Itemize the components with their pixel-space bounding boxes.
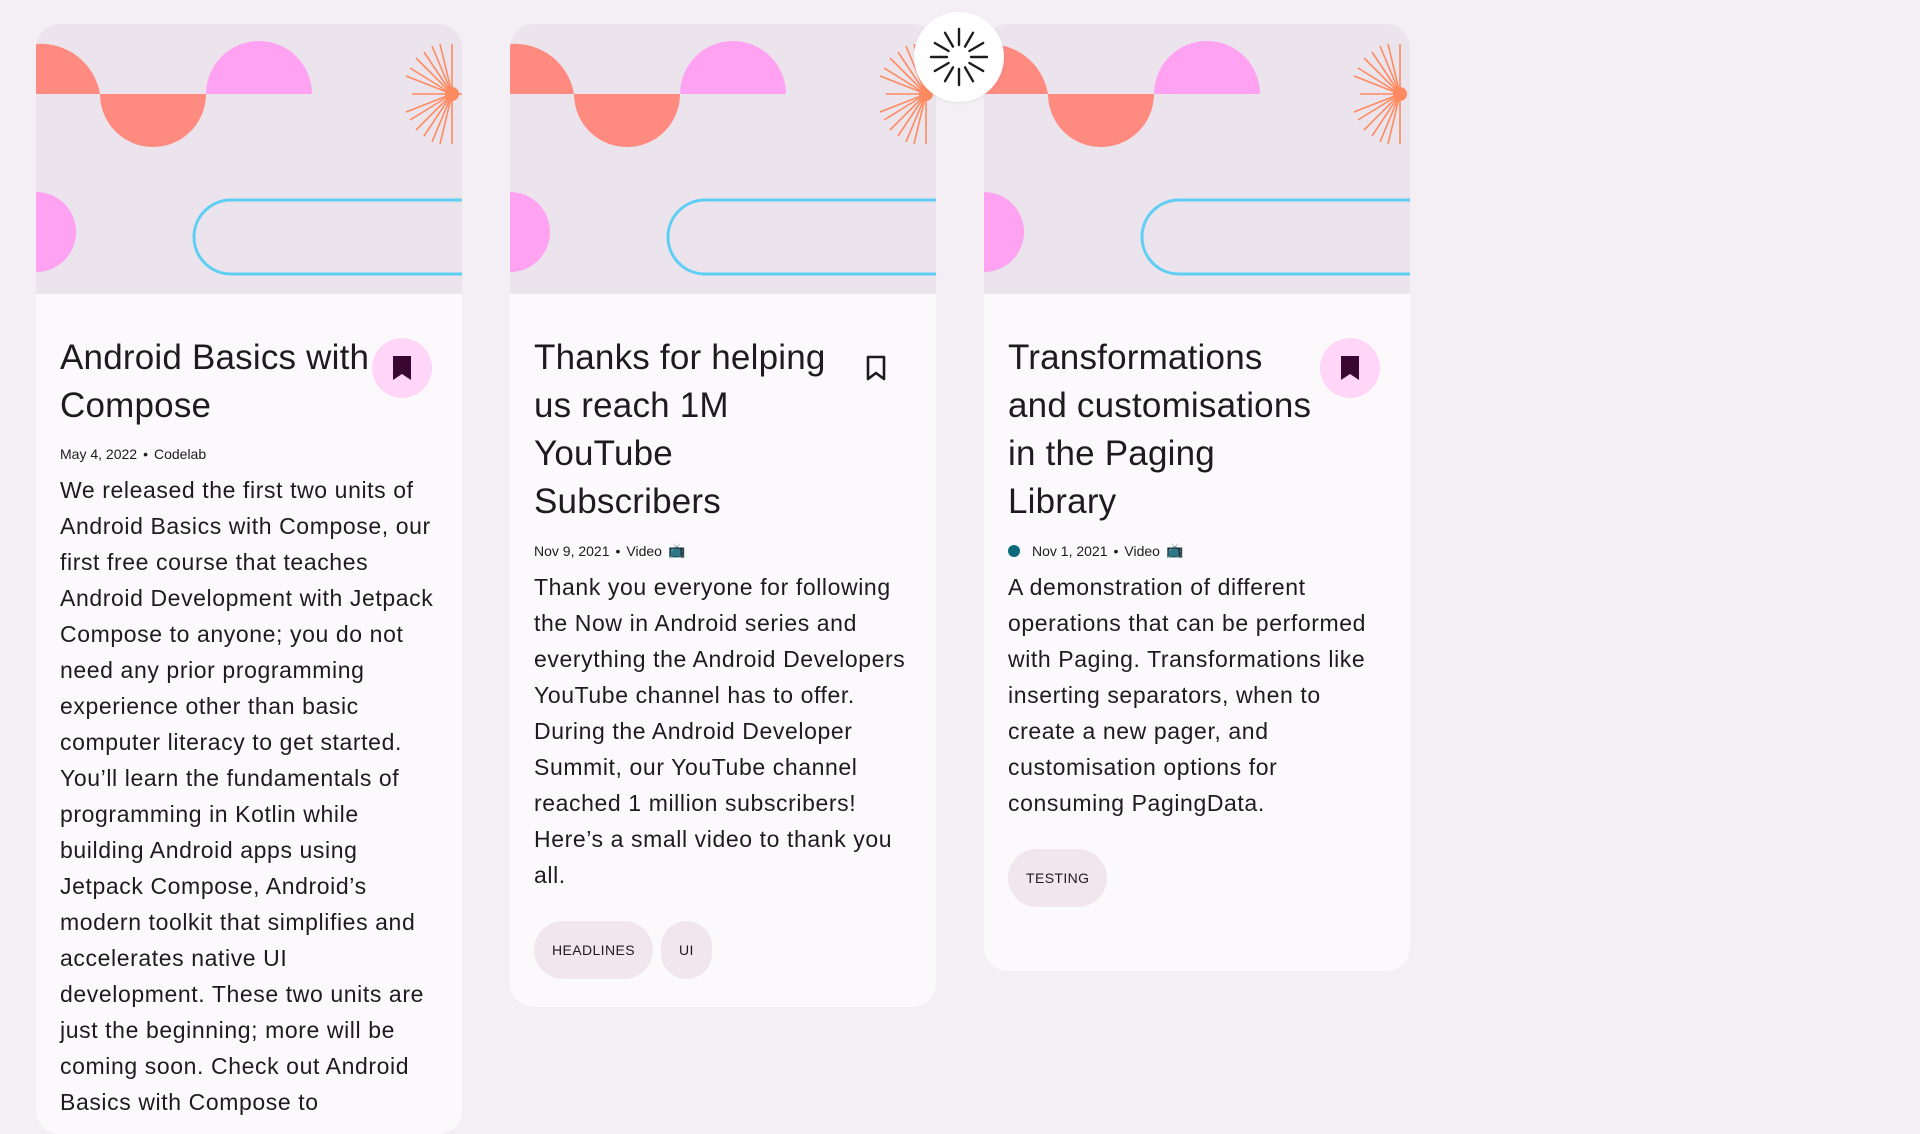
bookmark-icon — [866, 355, 886, 381]
tv-icon: 📺 — [1165, 542, 1184, 558]
unread-indicator — [1008, 544, 1020, 557]
news-card[interactable]: Transformations and customisations in th… — [984, 24, 1410, 971]
meta-separator: • — [1113, 542, 1119, 559]
bookmark-button[interactable] — [1320, 338, 1380, 398]
tv-icon: 📺 — [667, 542, 686, 558]
bookmark-icon — [393, 356, 411, 380]
bookmark-icon — [1341, 356, 1359, 380]
header-image — [36, 24, 462, 294]
resource-type: Video — [1124, 542, 1160, 559]
card-description: We released the first two units of Andro… — [60, 477, 434, 1115]
loading-spinner-icon — [929, 27, 989, 87]
meta-separator: • — [143, 446, 148, 462]
bookmark-button[interactable] — [846, 338, 906, 398]
loading-indicator — [914, 12, 1004, 102]
topic-chip-testing[interactable]: TESTING — [1008, 849, 1108, 907]
card-title: Transformations and customisations in th… — [1008, 338, 1312, 521]
card-meta: May 4, 2022 • Codelab — [60, 446, 438, 462]
resource-type: Video — [626, 542, 662, 559]
topic-chip-headlines[interactable]: HEADLINES — [534, 921, 653, 979]
card-description: Thank you everyone for following the Now… — [534, 574, 906, 888]
publish-date: Nov 1, 2021 — [1032, 542, 1108, 559]
topic-chip-ui[interactable]: UI — [660, 921, 712, 979]
card-meta: Nov 9, 2021 • Video 📺 — [534, 542, 912, 559]
header-image — [984, 24, 1410, 294]
publish-date: May 4, 2022 — [60, 446, 138, 462]
bookmark-button[interactable] — [372, 338, 432, 398]
header-image — [510, 24, 936, 294]
card-meta: Nov 1, 2021 • Video 📺 — [1008, 542, 1386, 559]
publish-date: Nov 9, 2021 — [534, 542, 610, 559]
news-card[interactable]: Thanks for helping us reach 1M YouTube S… — [510, 24, 936, 1007]
topic-chips: TESTING — [1008, 849, 1386, 907]
card-title: Thanks for helping us reach 1M YouTube S… — [534, 338, 826, 521]
topic-chips: HEADLINES UI — [534, 921, 912, 979]
news-card[interactable]: Android Basics with Compose May 4, 2022 … — [36, 24, 462, 1134]
card-title: Android Basics with Compose — [60, 338, 370, 425]
resource-type: Codelab — [153, 446, 207, 462]
card-description: A demonstration of different operations … — [1008, 574, 1367, 816]
meta-separator: • — [615, 542, 621, 559]
